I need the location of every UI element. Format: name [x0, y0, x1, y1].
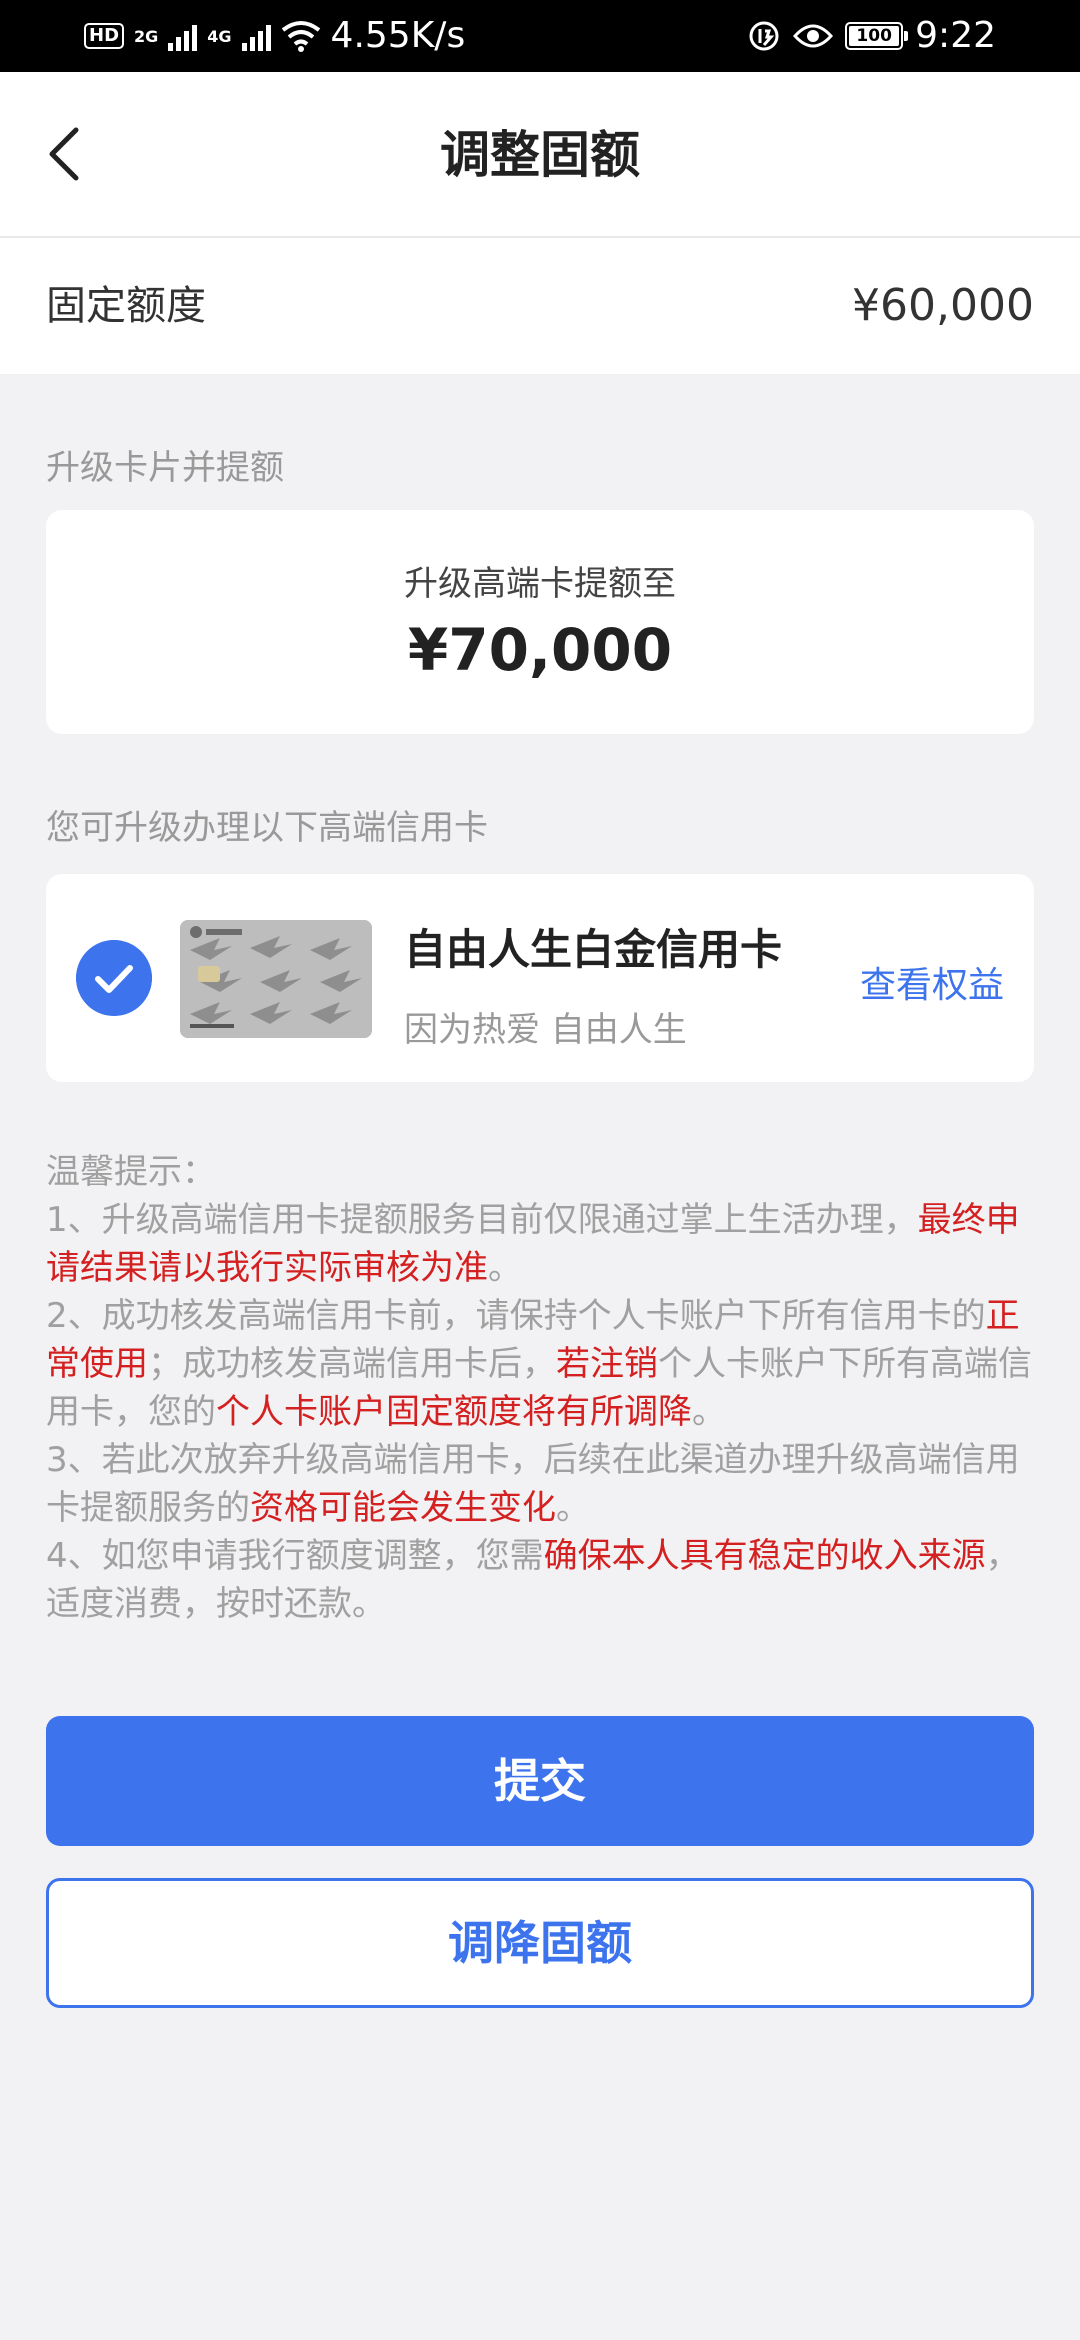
check-circle-icon[interactable] [76, 940, 152, 1016]
tips-title: 温馨提示： [46, 1152, 216, 1192]
status-bar: HD 2G 4G 4.55K/s 100 9:22 [0, 0, 1080, 72]
clock: 9:22 [915, 15, 996, 56]
tip-text: 。 [556, 1488, 590, 1528]
nav-header: 调整固额 [0, 72, 1080, 238]
credit-card-name: 自由人生白金信用卡 [404, 925, 783, 974]
tip-highlight: 资格可能会发生变化 [250, 1488, 556, 1528]
tips-block: 温馨提示： 1、升级高端信用卡提额服务目前仅限通过掌上生活办理，最终申请结果请以… [46, 1148, 1038, 1628]
tip-text: 。 [488, 1248, 522, 1288]
upgrade-amount-card: 升级高端卡提额至 ¥70,000 [46, 510, 1034, 734]
status-bar-right: 100 9:22 [747, 14, 996, 58]
hd-icon: HD [84, 23, 125, 49]
credit-card-slogan: 因为热爱 自由人生 [404, 1010, 687, 1050]
lower-quota-button[interactable]: 调降固额 [46, 1878, 1034, 2008]
tip-item: 3、若此次放弃升级高端信用卡，后续在此渠道办理升级高端信用卡提额服务的资格可能会… [46, 1436, 1038, 1532]
tip-item: 4、如您申请我行额度调整，您需确保本人具有稳定的收入来源，适度消费，按时还款。 [46, 1532, 1038, 1628]
tip-text: 。 [692, 1392, 726, 1432]
tip-text: 4、如您申请我行额度调整，您需 [46, 1536, 544, 1576]
tip-text: 1、升级高端信用卡提额服务目前仅限通过掌上生活办理， [46, 1200, 918, 1240]
battery-level: 100 [856, 26, 892, 46]
signal-icon-sim2 [241, 21, 271, 51]
fixed-quota-label: 固定额度 [46, 283, 206, 329]
view-benefits-link[interactable]: 查看权益 [860, 956, 1004, 1008]
tip-item: 2、成功核发高端信用卡前，请保持个人卡账户下所有信用卡的正常使用；成功核发高端信… [46, 1292, 1038, 1436]
sim1-network-label: 2G [134, 26, 159, 46]
upgrade-amount: ¥70,000 [407, 616, 673, 684]
tip-highlight: 若注销 [556, 1344, 658, 1384]
card-pattern [180, 920, 372, 1038]
tip-highlight: 确保本人具有稳定的收入来源 [543, 1536, 986, 1576]
fixed-quota-row: 固定额度 ¥60,000 [0, 238, 1080, 374]
upgrade-subtitle: 升级高端卡提额至 [404, 564, 676, 604]
data-saver-icon [749, 21, 779, 51]
battery-icon: 100 [845, 22, 909, 50]
tip-text: ；成功核发高端信用卡后， [148, 1344, 556, 1384]
tip-item: 1、升级高端信用卡提额服务目前仅限通过掌上生活办理，最终申请结果请以我行实际审核… [46, 1196, 1038, 1292]
tip-text: 2、成功核发高端信用卡前，请保持个人卡账户下所有信用卡的 [46, 1296, 986, 1336]
submit-button[interactable]: 提交 [46, 1716, 1034, 1846]
tip-highlight: 个人卡账户固定额度将有所调降 [216, 1392, 692, 1432]
wifi-icon [281, 21, 320, 52]
eye-icon [793, 24, 834, 48]
credit-card-image [180, 920, 372, 1038]
signal-icon-sim1 [168, 21, 198, 51]
sim2-network-label: 4G [207, 26, 232, 46]
page-title: 调整固额 [440, 126, 640, 184]
card-section-label: 您可升级办理以下高端信用卡 [46, 808, 488, 848]
network-speed: 4.55K/s [330, 15, 466, 56]
credit-card-option[interactable]: 自由人生白金信用卡 因为热爱 自由人生 查看权益 [46, 874, 1034, 1082]
status-bar-left: HD 2G 4G 4.55K/s [84, 14, 465, 58]
fixed-quota-value: ¥60,000 [852, 280, 1034, 331]
upgrade-section-label: 升级卡片并提额 [46, 448, 284, 488]
